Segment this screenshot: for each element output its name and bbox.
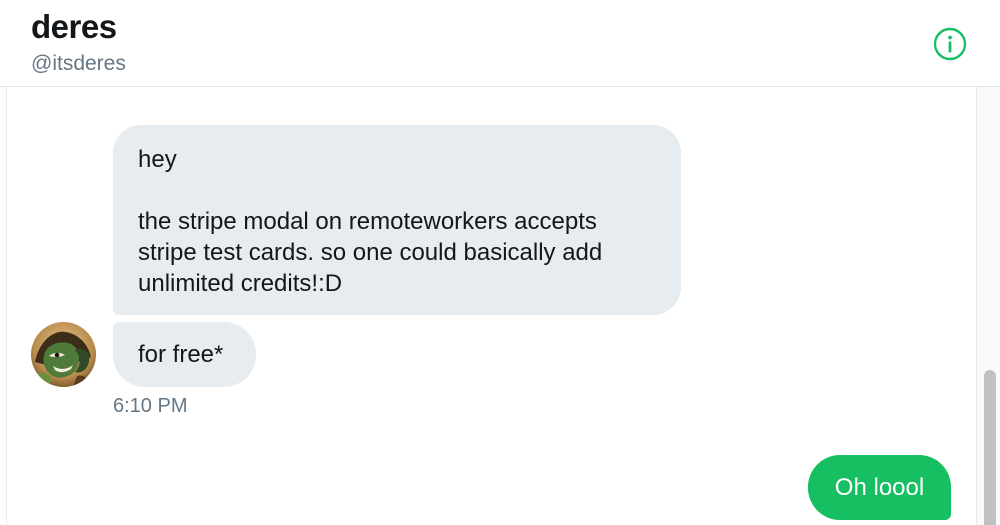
sent-message-bubble[interactable]: Oh loool (808, 455, 951, 520)
conversation-handle[interactable]: @itsderes (31, 52, 126, 76)
message-line: for free* (138, 341, 224, 368)
message-line: stripe test cards. so one could basicall… (138, 239, 603, 266)
message-text: Oh loool (834, 474, 925, 501)
received-message-bubble[interactable]: hey the stripe modal on remoteworkers ac… (113, 125, 681, 315)
info-icon (933, 27, 967, 61)
conversation-header: deres @itsderes (0, 0, 1000, 87)
message-line: the stripe modal on remoteworkers accept… (138, 208, 597, 235)
avatar-image (31, 322, 96, 387)
conversation-title[interactable]: deres (31, 8, 117, 46)
dm-conversation-window: deres @itsderes hey the stripe modal on … (0, 0, 1000, 525)
sender-avatar[interactable] (31, 322, 96, 387)
message-line: hey (138, 146, 177, 173)
message-line: unlimited credits!:D (138, 270, 343, 297)
message-timestamp: 6:10 PM (113, 395, 188, 417)
conversation-left-divider (6, 87, 7, 525)
received-message-bubble[interactable]: for free* (113, 322, 256, 387)
scrollbar-thumb[interactable] (984, 370, 996, 525)
conversation-info-button[interactable] (933, 27, 967, 61)
